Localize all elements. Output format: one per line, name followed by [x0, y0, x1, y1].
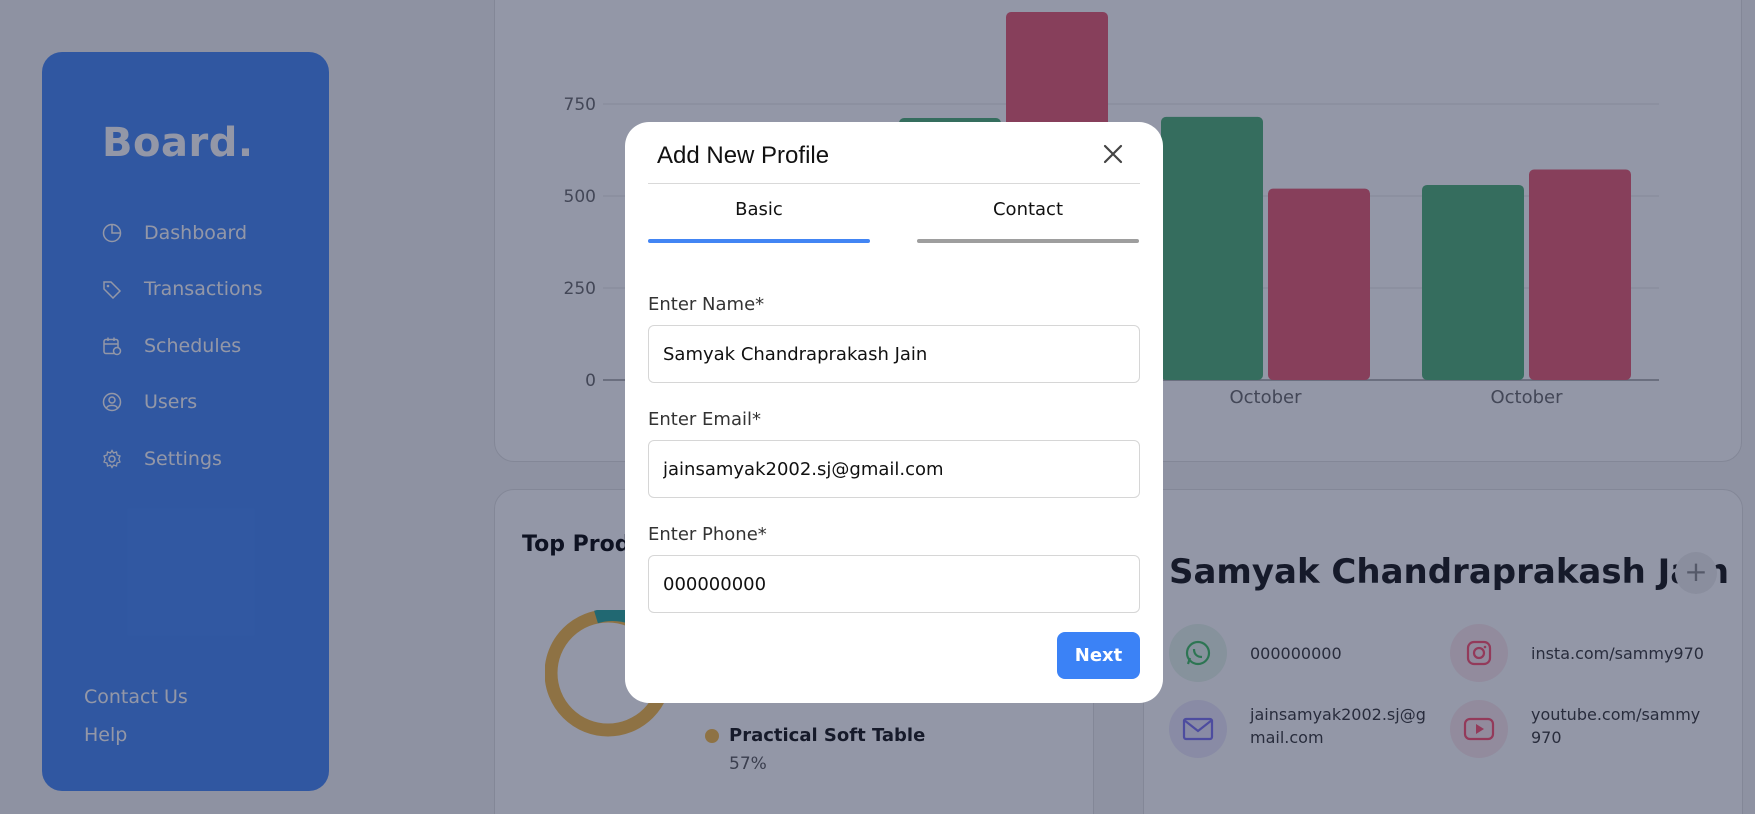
close-icon[interactable] — [1099, 140, 1127, 168]
tab-basic[interactable]: Basic — [648, 199, 870, 243]
email-input[interactable] — [648, 440, 1140, 498]
phone-label: Enter Phone* — [648, 524, 767, 545]
tab-label: Contact — [992, 199, 1064, 220]
tab-indicator — [917, 239, 1139, 243]
tab-contact[interactable]: Contact — [917, 199, 1139, 243]
phone-input[interactable] — [648, 555, 1140, 613]
tab-label: Basic — [735, 199, 783, 220]
next-button[interactable]: Next — [1057, 632, 1140, 679]
tab-active-indicator — [648, 239, 870, 243]
name-input[interactable] — [648, 325, 1140, 383]
name-label: Enter Name* — [648, 294, 765, 315]
add-profile-modal: Add New Profile Basic Contact Enter Name… — [625, 122, 1163, 703]
divider — [648, 183, 1140, 184]
modal-title: Add New Profile — [657, 142, 830, 169]
email-label: Enter Email* — [648, 409, 761, 430]
